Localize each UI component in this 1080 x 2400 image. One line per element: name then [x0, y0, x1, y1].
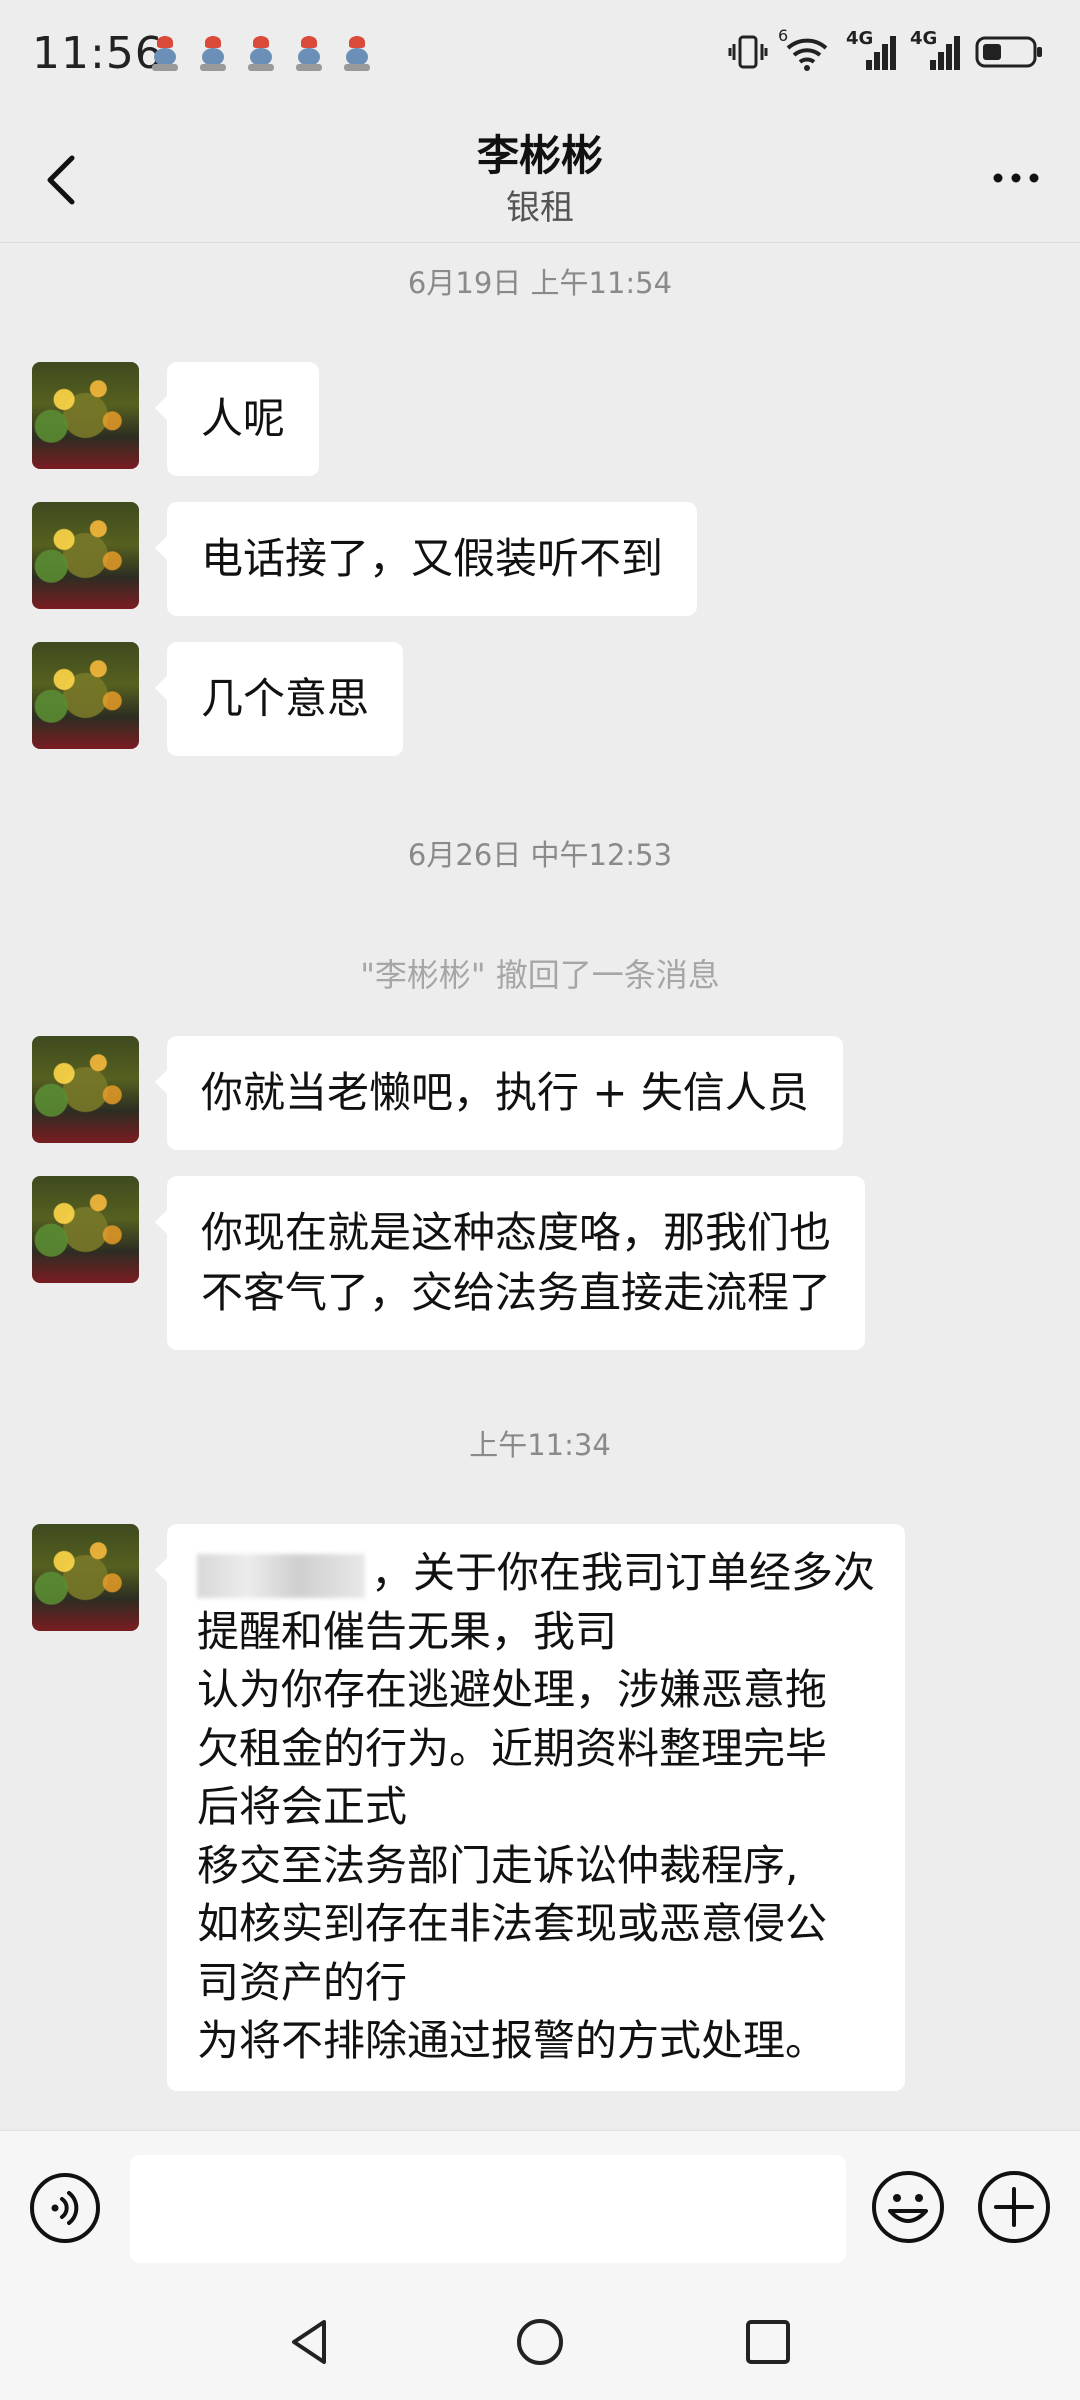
message-row: 你现在就是这种态度咯，那我们也 不客气了，交给法务直接走流程了: [32, 1176, 866, 1350]
chat-subtitle: 银租: [506, 188, 574, 228]
avatar[interactable]: [32, 642, 139, 749]
message-row: ，关于你在我司订单经多次 提醒和催告无果，我司 认为你存在逃避处理，涉嫌恶意拖 …: [32, 1524, 906, 2091]
chat-title: 李彬彬: [476, 131, 603, 180]
message-input[interactable]: [130, 2155, 846, 2263]
timestamp: 6月26日 中午12:53: [407, 838, 673, 872]
avatar[interactable]: [32, 502, 139, 609]
nav-recents-icon[interactable]: [738, 2312, 798, 2372]
wifi-icon: 6: [778, 26, 832, 72]
message-bubble[interactable]: 电话接了，又假装听不到: [154, 502, 698, 616]
message-bubble[interactable]: 人呢: [154, 362, 320, 476]
status-bar: 11:56 6 4G 4G: [0, 0, 1080, 118]
signal-icon-1: 4G: [846, 28, 896, 72]
avatar[interactable]: [32, 1524, 139, 1631]
app-notification-icon: [246, 34, 276, 74]
avatar[interactable]: [32, 362, 139, 469]
chat-header: 李彬彬 银租: [0, 118, 1080, 243]
message-bubble[interactable]: 几个意思: [154, 642, 404, 756]
plus-icon[interactable]: [976, 2169, 1052, 2245]
nav-home-icon[interactable]: [510, 2312, 570, 2372]
voice-icon[interactable]: [28, 2171, 102, 2245]
more-icon[interactable]: [986, 158, 1046, 198]
message-bubble[interactable]: 你就当老懒吧，执行 + 失信人员: [155, 1036, 843, 1150]
redacted-name: [197, 1553, 365, 1598]
notification-icons: [150, 34, 372, 74]
timestamp: 上午11:34: [469, 1428, 611, 1462]
vibrate-icon: [728, 35, 768, 69]
message-row: 几个意思: [32, 642, 404, 756]
status-time: 11:56: [32, 28, 164, 79]
message-bubble[interactable]: ，关于你在我司订单经多次 提醒和催告无果，我司 认为你存在逃避处理，涉嫌恶意拖 …: [154, 1524, 906, 2091]
message-row: 电话接了，又假装听不到: [32, 502, 698, 616]
input-bar: [0, 2130, 1080, 2283]
app-notification-icon: [150, 34, 180, 74]
emoji-icon[interactable]: [870, 2169, 946, 2245]
recall-notice: "李彬彬" 撤回了一条消息: [360, 956, 720, 994]
message-row: 人呢: [32, 362, 320, 476]
app-notification-icon: [294, 34, 324, 74]
system-navigation-bar: [0, 2282, 1080, 2400]
message-bubble[interactable]: 你现在就是这种态度咯，那我们也 不客气了，交给法务直接走流程了: [154, 1176, 866, 1350]
app-notification-icon: [342, 34, 372, 74]
battery-icon: [975, 36, 1042, 68]
avatar[interactable]: [32, 1176, 139, 1283]
app-notification-icon: [198, 34, 228, 74]
timestamp: 6月19日 上午11:54: [407, 266, 673, 300]
nav-back-icon[interactable]: [280, 2312, 340, 2372]
message-row: 你就当老懒吧，执行 + 失信人员: [32, 1036, 843, 1150]
signal-icon-2: 4G: [910, 28, 960, 72]
system-icons: 6 4G 4G: [728, 26, 1044, 72]
wifi-badge: 6: [778, 26, 789, 45]
avatar[interactable]: [32, 1036, 139, 1143]
